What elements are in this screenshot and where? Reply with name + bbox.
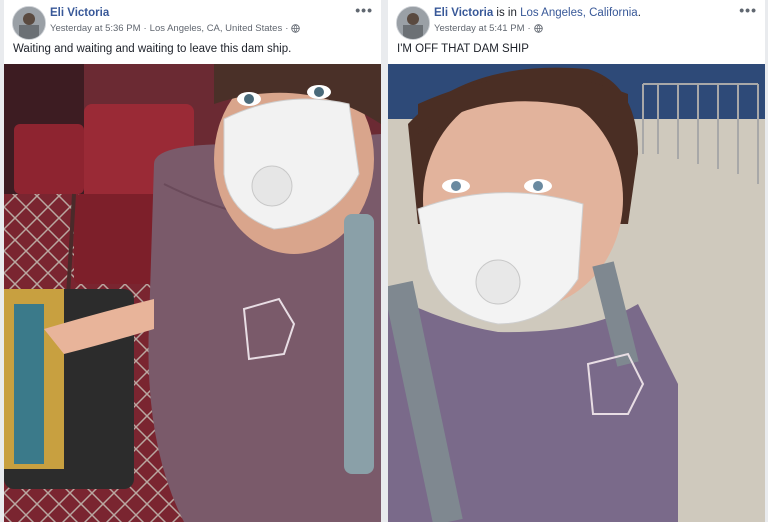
author-link[interactable]: Eli Victoria	[434, 7, 493, 19]
post-meta: Yesterday at 5:36 PM · Los Angeles, CA, …	[50, 23, 301, 34]
is-in-text: is in	[493, 7, 521, 19]
post-header: Eli Victoria is in Los Angeles, Californ…	[388, 0, 765, 64]
avatar[interactable]	[12, 6, 46, 40]
post-photo[interactable]	[4, 64, 381, 522]
globe-icon	[291, 24, 301, 33]
location-suffix: .	[637, 7, 641, 19]
timestamp[interactable]: Yesterday at 5:36 PM	[50, 23, 140, 34]
avatar[interactable]	[396, 6, 430, 40]
timestamp[interactable]: Yesterday at 5:41 PM	[434, 23, 524, 34]
author-name[interactable]: Eli Victoria	[50, 7, 109, 19]
location-link[interactable]: Los Angeles, California	[520, 7, 638, 19]
globe-icon	[533, 24, 543, 33]
location[interactable]: Los Angeles, CA, United States	[150, 23, 283, 34]
post-meta: Yesterday at 5:41 PM ·	[434, 23, 543, 34]
post-photo[interactable]	[388, 64, 765, 522]
post-header: Eli Victoria Yesterday at 5:36 PM · Los …	[4, 0, 381, 64]
author-name: Eli Victoria is in Los Angeles, Californ…	[434, 7, 641, 19]
more-options-icon[interactable]: •••	[355, 2, 373, 18]
post-card-2: Eli Victoria is in Los Angeles, Californ…	[388, 0, 765, 522]
post-text: Waiting and waiting and waiting to leave…	[13, 43, 292, 55]
post-text: I'M OFF THAT DAM SHIP	[397, 43, 529, 55]
more-options-icon[interactable]: •••	[739, 2, 757, 18]
post-card-1: Eli Victoria Yesterday at 5:36 PM · Los …	[4, 0, 381, 522]
